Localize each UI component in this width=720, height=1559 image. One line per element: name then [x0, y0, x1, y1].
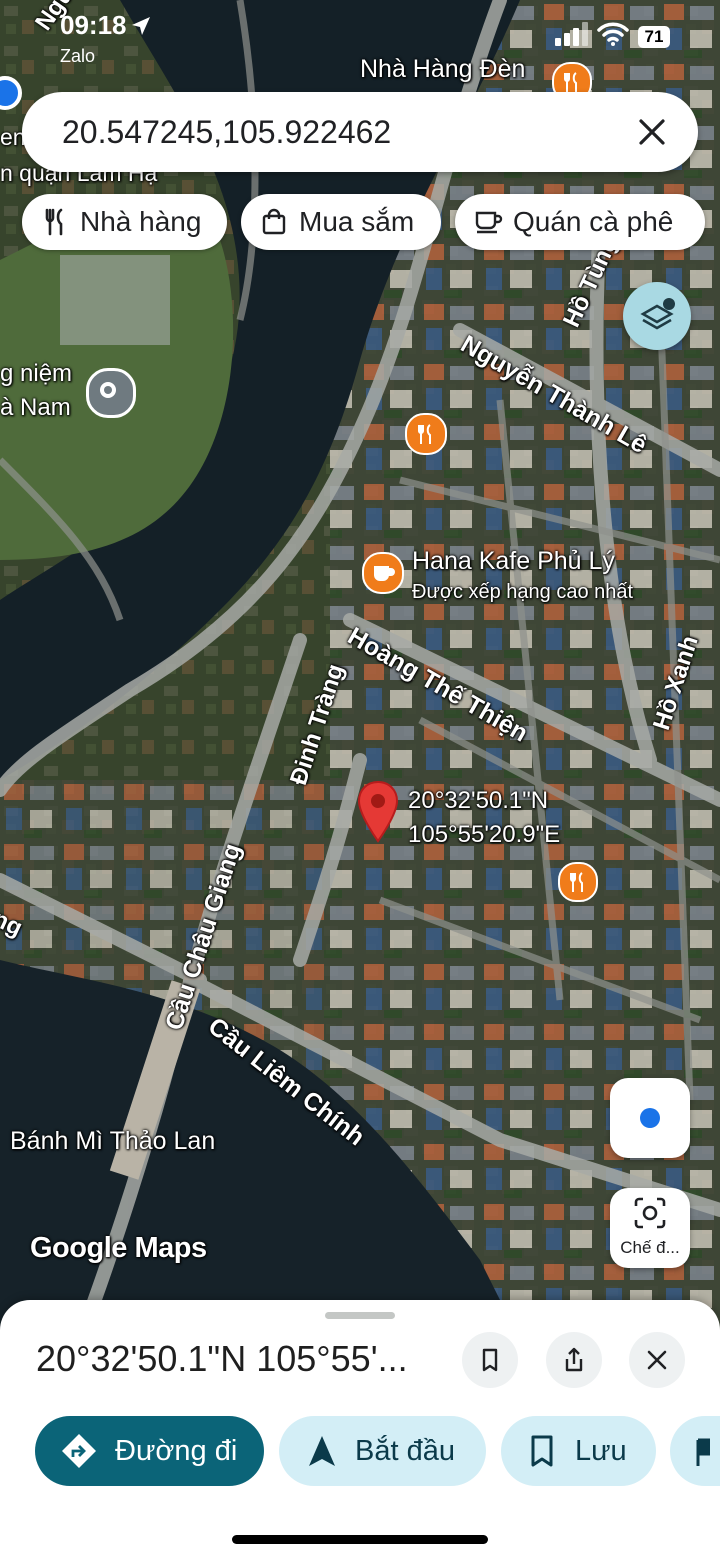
restaurant-poi-icon[interactable]: [405, 413, 447, 455]
back-to-app-label[interactable]: Zalo: [60, 46, 95, 82]
start-navigation-button[interactable]: Bắt đầu: [279, 1416, 486, 1486]
chip-label: Nhà hàng: [80, 206, 202, 237]
search-bar[interactable]: 20.547245,105.922462: [22, 92, 698, 172]
poi-label-banh-mi[interactable]: Bánh Mì Thảo Lan: [10, 1127, 215, 1156]
shopping-bag-icon: [262, 208, 286, 235]
camera-scan-icon: [634, 1197, 666, 1229]
navigation-arrow-icon: [309, 1436, 335, 1466]
layers-icon: [640, 298, 675, 330]
bookmark-icon: [482, 1348, 498, 1372]
chip-shopping[interactable]: Mua sắm: [241, 194, 441, 250]
directions-icon: [62, 1434, 96, 1468]
save-bookmark-button[interactable]: [462, 1332, 518, 1388]
live-view-label: Chế đ...: [620, 1238, 680, 1257]
more-action-button[interactable]: [670, 1416, 720, 1486]
poi-label: à Nam: [0, 394, 71, 421]
pin-latitude-label: 20°32'50.1"N: [408, 787, 549, 814]
share-icon: [565, 1347, 583, 1372]
signal-icon: [555, 22, 589, 51]
poi-label: g niệm: [0, 360, 73, 387]
status-time: 09:18: [60, 10, 127, 40]
place-bottom-sheet[interactable]: 20°32'50.1"N 105°55'... Đường đi Bắt đầu…: [0, 1300, 720, 1559]
sheet-drag-handle[interactable]: [325, 1312, 395, 1319]
location-arrow-icon: [130, 15, 152, 42]
landmark-poi-icon[interactable]: [86, 368, 136, 418]
poi-label-nha-hang-den[interactable]: Nhà Hàng Đèn: [360, 55, 525, 84]
my-location-button[interactable]: [610, 1078, 690, 1158]
share-button[interactable]: [546, 1332, 602, 1388]
restaurant-icon: [45, 208, 63, 236]
place-title: 20°32'50.1"N 105°55'...: [36, 1338, 408, 1379]
battery-icon: 71: [638, 26, 670, 48]
restaurant-poi-icon[interactable]: [558, 862, 598, 902]
poi-label-hana-kafe[interactable]: Hana Kafe Phủ Lý: [412, 547, 615, 576]
chip-label: Mua sắm: [299, 206, 415, 237]
search-input[interactable]: 20.547245,105.922462: [62, 114, 391, 151]
home-indicator[interactable]: [232, 1535, 488, 1544]
close-icon: [647, 1350, 667, 1370]
google-maps-logo: Google Maps: [30, 1232, 207, 1264]
directions-label: Đường đi: [115, 1434, 238, 1467]
directions-button[interactable]: Đường đi: [35, 1416, 264, 1486]
chip-restaurants[interactable]: Nhà hàng: [22, 194, 227, 250]
save-place-button[interactable]: Lưu: [501, 1416, 656, 1486]
wifi-icon: [597, 22, 629, 51]
chip-coffee[interactable]: Quán cà phê: [455, 194, 705, 250]
chip-label: Quán cà phê: [513, 206, 674, 237]
poi-rating-label: Được xếp hạng cao nhất: [412, 581, 634, 603]
clear-search-icon[interactable]: [632, 112, 672, 152]
coffee-poi-icon[interactable]: [362, 552, 404, 594]
layers-button[interactable]: [623, 282, 691, 350]
start-label: Bắt đầu: [355, 1434, 455, 1467]
flag-icon: [696, 1438, 710, 1466]
live-view-button[interactable]: Chế đ...: [610, 1188, 690, 1268]
bookmark-icon: [531, 1435, 553, 1467]
pin-longitude-label: 105°55'20.9"E: [408, 821, 561, 848]
my-location-icon: [640, 1108, 660, 1128]
close-sheet-button[interactable]: [629, 1332, 685, 1388]
save-label: Lưu: [575, 1434, 627, 1467]
coffee-icon: [475, 211, 503, 234]
